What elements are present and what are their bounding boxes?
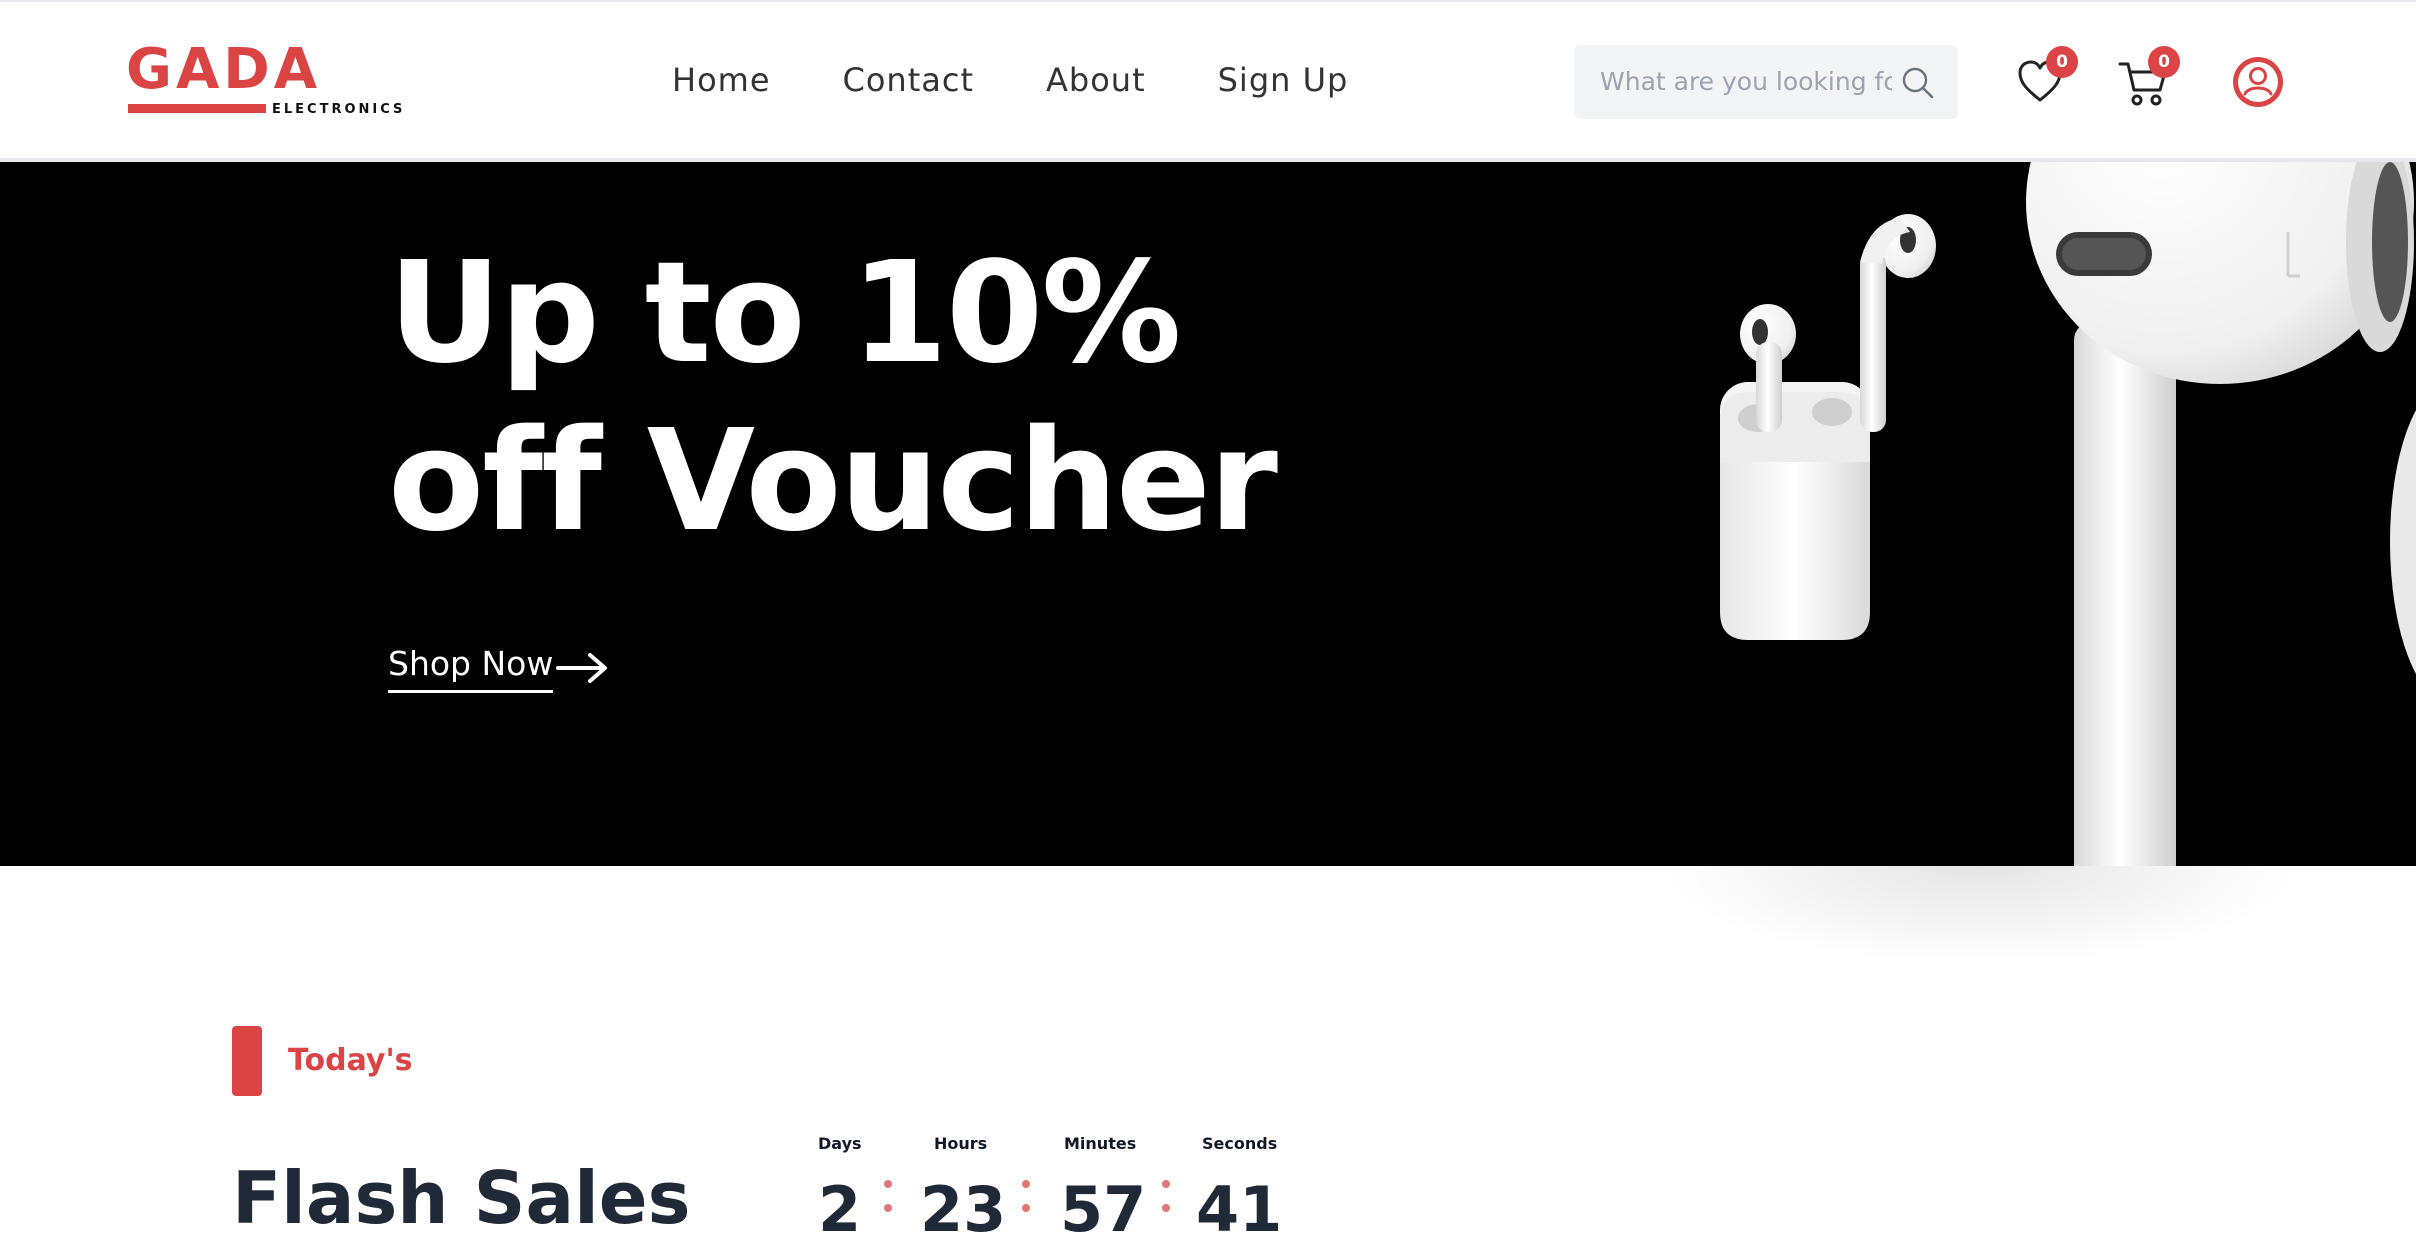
countdown-hours-label: Hours: [934, 1134, 988, 1153]
wishlist-button[interactable]: 0: [2016, 46, 2078, 106]
shop-now-label: Shop Now: [388, 642, 554, 693]
cart-count-badge: 0: [2148, 46, 2180, 78]
hero-title-line-2: off Voucher: [388, 400, 1278, 563]
brand-logo[interactable]: GADA ELECTRONICS: [126, 40, 426, 124]
user-icon: [2233, 57, 2283, 107]
countdown-days-value: 2: [818, 1173, 862, 1246]
product-shadow: [1660, 866, 2300, 966]
countdown-seconds-value: 41: [1196, 1173, 1283, 1246]
countdown-separator: [884, 1180, 892, 1220]
site-header: GADA ELECTRONICS Home Contact About Sign…: [0, 0, 2416, 162]
hero-title: Up to 10% off Voucher: [388, 230, 1278, 566]
arrow-right-icon: [556, 653, 607, 683]
wishlist-count-badge: 0: [2046, 46, 2078, 78]
nav-sign-up[interactable]: Sign Up: [1218, 60, 1349, 100]
brand-underline: [128, 104, 266, 113]
section-title: Flash Sales: [232, 1156, 691, 1240]
account-button[interactable]: [2230, 54, 2286, 110]
countdown-minutes-label: Minutes: [1064, 1134, 1137, 1153]
countdown-seconds-label: Seconds: [1202, 1134, 1278, 1153]
shop-now-link[interactable]: Shop Now: [388, 642, 607, 693]
hero-title-line-1: Up to 10%: [388, 232, 1182, 395]
search-input[interactable]: What are you looking for: [1600, 67, 1892, 96]
countdown-minutes-value: 57: [1060, 1173, 1147, 1246]
brand-tagline: ELECTRONICS: [272, 102, 406, 117]
section-tag-label: Today's: [288, 1043, 413, 1078]
nav-home[interactable]: Home: [672, 60, 771, 100]
cart-button[interactable]: 0: [2118, 46, 2180, 108]
brand-name: GADA: [126, 37, 322, 102]
countdown-separator: [1022, 1180, 1030, 1220]
nav-contact[interactable]: Contact: [843, 60, 975, 100]
nav-about[interactable]: About: [1046, 60, 1146, 100]
search-bar[interactable]: What are you looking for: [1574, 45, 1958, 119]
section-tag-marker: [232, 1026, 262, 1096]
airpods-image: [1720, 162, 2416, 866]
main-nav: Home Contact About Sign Up: [672, 60, 1420, 100]
countdown-days-label: Days: [818, 1134, 862, 1153]
countdown-separator: [1162, 1180, 1170, 1220]
search-icon[interactable]: [1900, 65, 1936, 101]
hero-banner: Up to 10% off Voucher Shop Now: [0, 162, 2416, 866]
countdown-hours-value: 23: [920, 1173, 1007, 1246]
